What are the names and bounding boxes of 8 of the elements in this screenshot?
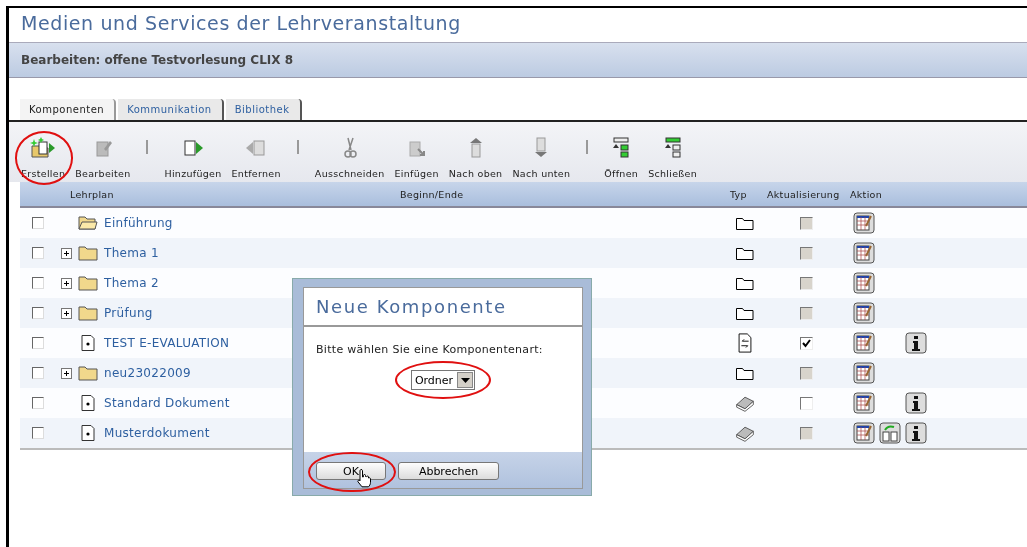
column-header: Beginn/Ende — [399, 188, 465, 200]
column-header: Lehrplan — [69, 188, 115, 200]
column-header: Aktion — [850, 188, 883, 200]
page-title: Medien und Services der Lehrveranstaltung — [20, 11, 462, 36]
dialog-title: Neue Komponente — [304, 288, 582, 327]
column-header: Aktualisierung — [767, 188, 841, 200]
course-title: Bearbeiten: offene Testvorlesung CLIX 8 — [21, 53, 294, 67]
dialog-prompt: Bitte wählen Sie eine Komponentenart: — [315, 343, 543, 356]
